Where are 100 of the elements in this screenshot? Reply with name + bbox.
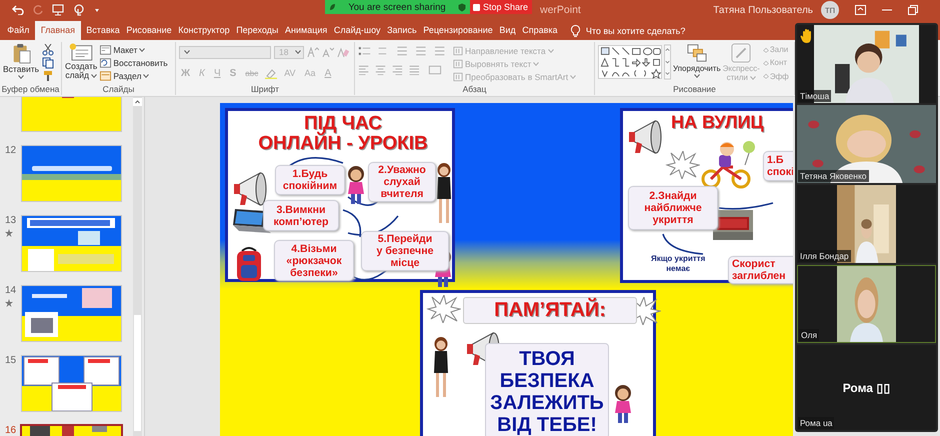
ribbon-tab[interactable]: Переходы — [232, 21, 282, 40]
scroll-thumb[interactable] — [134, 315, 141, 431]
connector-line — [718, 202, 774, 210]
connector-line — [352, 268, 388, 280]
user-name[interactable]: Татяна Пользователь — [713, 4, 813, 16]
video-tile[interactable]: Тетяна Яковенко — [797, 105, 936, 183]
connector-line — [348, 196, 379, 206]
participant-name: Ілля Бондар — [798, 250, 851, 262]
participant-name: Оля — [799, 329, 820, 341]
ribbon-tab[interactable]: Слайд-шоу — [330, 21, 384, 40]
video-tile[interactable]: Оля — [797, 265, 936, 343]
step-label: 2.Уважно слухай вчителя — [368, 162, 436, 202]
woman-figure — [434, 337, 448, 397]
ribbon-button[interactable]: Раздел — [100, 70, 168, 83]
ribbon-tab[interactable]: Вид — [496, 21, 519, 40]
caret-icon — [139, 48, 146, 52]
ribbon-tab[interactable]: Главная — [34, 21, 81, 40]
ribbon-tab[interactable]: Вставка — [83, 21, 124, 40]
slideshow-icon[interactable] — [52, 4, 64, 16]
starburst-icon — [426, 295, 461, 323]
outline-icon — [762, 58, 769, 67]
step-label: Скорист заглиблен — [728, 256, 793, 284]
connector-line — [662, 234, 704, 255]
layout-icon — [100, 44, 112, 55]
ribbon-tab[interactable]: Конструктор — [174, 21, 233, 40]
paste-button[interactable]: Вставить — [3, 42, 40, 84]
caret-icon — [570, 74, 576, 78]
boy-on-bicycle-drawing — [702, 141, 755, 188]
arrange-icon — [686, 43, 708, 63]
more-icon[interactable] — [94, 7, 100, 13]
clipboard-icon — [12, 43, 31, 64]
group-label: Абзац — [462, 84, 486, 95]
step-label: 5.Перейди у безпечне місце — [361, 231, 449, 271]
stop-share-button[interactable]: Stop Share — [470, 0, 532, 14]
undo-icon[interactable] — [12, 5, 24, 15]
ribbon-button[interactable]: Макет — [100, 43, 168, 56]
new-slide-button[interactable]: Создать слайд — [65, 42, 98, 84]
step-label: 4.Візьми «рюкзачок безпеки» — [274, 240, 354, 281]
megaphone-icon — [234, 172, 266, 206]
backpack-icon — [237, 247, 261, 281]
document-title: werPoint — [540, 4, 581, 16]
gallery-scroll-icon[interactable] — [664, 42, 671, 82]
caret-icon — [548, 48, 554, 52]
video-tile[interactable]: Ілля Бондар — [797, 185, 936, 263]
slide-number: 14 — [5, 285, 16, 296]
restore-icon[interactable] — [908, 5, 918, 15]
quick-styles-icon — [731, 43, 752, 63]
text-direction-icon — [453, 46, 463, 56]
new-slide-icon — [69, 43, 94, 61]
girl-figure — [348, 166, 364, 204]
slide-number: 15 — [5, 355, 16, 366]
group-label: Рисование — [673, 84, 716, 95]
ribbon-tab[interactable]: Анимация — [282, 21, 331, 40]
arrange-button[interactable]: Упорядочить — [673, 42, 721, 84]
participant-name: Рома ua — [798, 417, 834, 429]
participant-name: Тетяна Яковенко — [798, 170, 869, 182]
shield-icon — [458, 2, 466, 12]
starburst-icon — [665, 151, 700, 179]
caret-icon — [18, 75, 24, 79]
caret-icon — [184, 50, 190, 54]
ribbon-button[interactable]: Восстановить — [100, 56, 168, 70]
caret-icon — [694, 74, 700, 78]
girl-figure — [615, 385, 631, 423]
poster-title: НА ВУЛИЦ — [671, 113, 765, 132]
connector-line — [288, 157, 344, 168]
effects-icon — [762, 72, 769, 80]
caret-icon — [295, 50, 301, 54]
scissors-icon[interactable] — [42, 44, 54, 56]
ribbon-tab[interactable]: Рисование — [123, 21, 175, 40]
group-label: Слайды — [102, 84, 134, 95]
scrollbar[interactable] — [133, 97, 142, 436]
format-painter-icon[interactable] — [42, 70, 54, 82]
caret-icon — [533, 62, 540, 66]
ribbon-tab[interactable]: Справка — [518, 21, 561, 40]
section-icon — [100, 71, 112, 82]
slide-number: 13 — [5, 215, 16, 226]
note-text: Якщо укриття немає — [651, 254, 706, 274]
ribbon-tab[interactable]: Запись — [384, 21, 420, 40]
ribbon-tab[interactable]: Файл — [4, 21, 33, 40]
caret-icon — [90, 74, 97, 78]
touch-mode-icon[interactable] — [73, 4, 85, 16]
shapes-gallery[interactable] — [598, 42, 662, 82]
align-text-icon — [453, 58, 463, 68]
step-label: 1.Будь спокійним — [275, 165, 345, 195]
tell-me-field[interactable]: Что вы хотите сделать? — [586, 26, 686, 36]
ribbon-display-icon[interactable] — [855, 5, 866, 15]
caret-icon — [143, 74, 150, 78]
copy-icon[interactable] — [42, 56, 54, 69]
woman-figure — [437, 163, 451, 223]
participant-display-name: Рома ▯▯ — [842, 380, 890, 394]
participant-name: Тімоша — [798, 90, 832, 102]
reset-icon — [100, 58, 112, 68]
leaf-icon — [329, 3, 336, 11]
smartart-icon — [453, 72, 463, 82]
video-tile[interactable]: Тімоша — [797, 25, 936, 103]
group-label: Шрифт — [251, 84, 279, 95]
video-tile[interactable]: Рома ▯▯ Рома ua — [797, 345, 936, 430]
step-label: 3.Вимкни комп’ютер — [263, 200, 339, 231]
scroll-up-icon[interactable] — [133, 98, 142, 106]
ribbon-tab[interactable]: Рецензирование — [420, 21, 496, 40]
